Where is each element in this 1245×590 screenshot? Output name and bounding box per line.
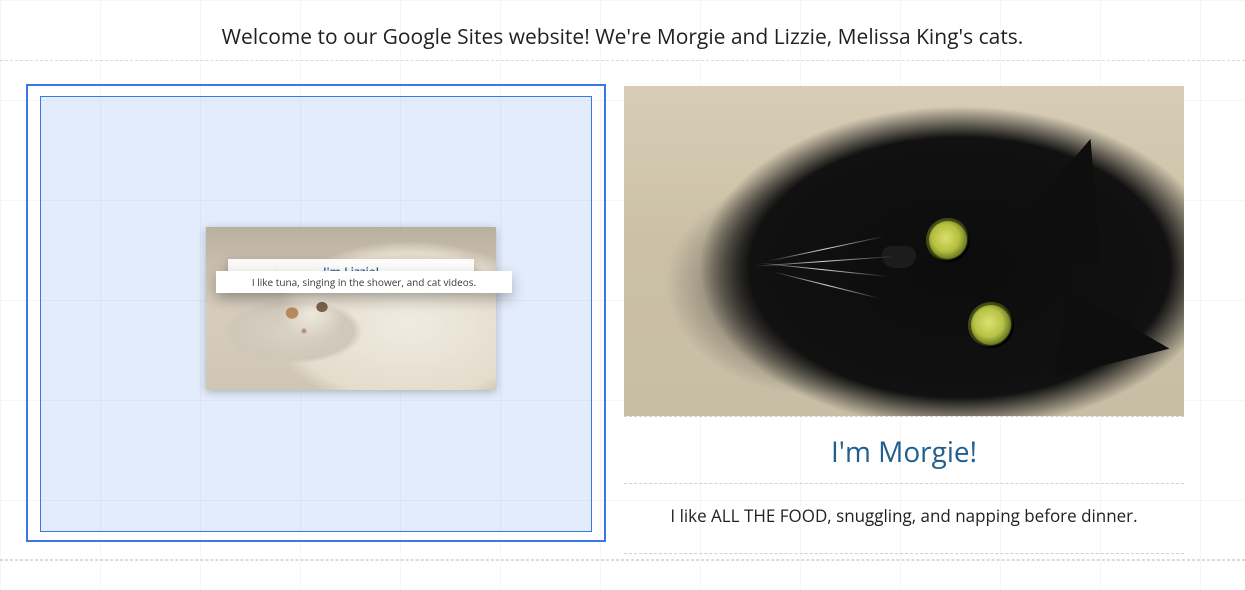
morgie-block[interactable]: I'm Morgie! I like ALL THE FOOD, snuggli…: [624, 86, 1184, 554]
morgie-image[interactable]: [624, 86, 1184, 416]
guide-line: [0, 60, 1245, 61]
morgie-title-row[interactable]: I'm Morgie!: [624, 416, 1184, 483]
morgie-subtitle-row[interactable]: I like ALL THE FOOD, snuggling, and napp…: [624, 483, 1184, 554]
guide-line: [0, 559, 1245, 560]
intro-text[interactable]: Welcome to our Google Sites website! We'…: [0, 23, 1245, 51]
lizzie-image[interactable]: [206, 227, 496, 390]
cat-ear-icon: [1054, 289, 1175, 393]
morgie-title-text: I'm Morgie!: [831, 433, 977, 471]
guide-line: [0, 560, 1245, 561]
lizzie-subtitle-text: I like tuna, singing in the shower, and …: [252, 275, 476, 289]
morgie-subtitle-text: I like ALL THE FOOD, snuggling, and napp…: [670, 504, 1137, 527]
lizzie-subtitle-card[interactable]: I like tuna, singing in the shower, and …: [216, 271, 512, 293]
cat-nose-icon: [882, 246, 916, 268]
editor-canvas[interactable]: Welcome to our Google Sites website! We'…: [0, 0, 1245, 590]
lizzie-block[interactable]: I'm Lizzie! I like tuna, singing in the …: [206, 227, 496, 397]
cat-whiskers-icon: [804, 206, 964, 346]
cat-ear-icon: [1006, 123, 1138, 268]
